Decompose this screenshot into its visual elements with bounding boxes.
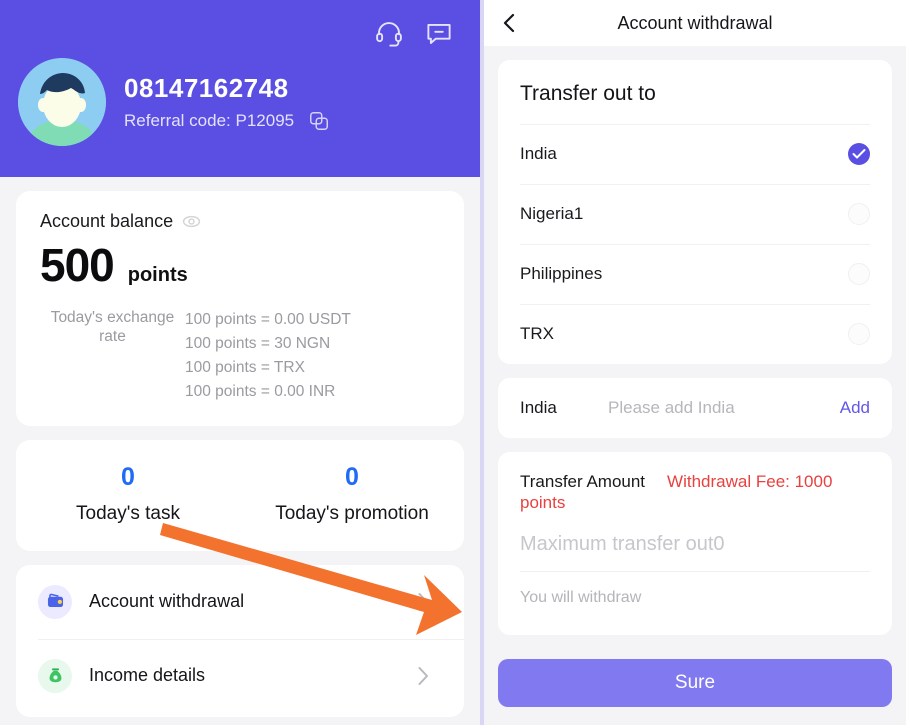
chevron-left-icon[interactable]	[498, 11, 520, 35]
check-circle-icon[interactable]	[848, 143, 870, 165]
transfer-out-title: Transfer out to	[520, 82, 656, 105]
stat-label: Today's promotion	[275, 502, 429, 524]
profile-pane: 08147162748 Referral code: P12095 Accoun…	[0, 0, 480, 725]
country-label: Philippines	[520, 264, 603, 283]
profile-text: 08147162748 Referral code: P12095	[124, 72, 330, 133]
chevron-right-icon	[417, 591, 430, 613]
chevron-right-icon	[417, 665, 430, 687]
country-label: India	[520, 144, 557, 163]
country-option-nigeria1[interactable]: Nigeria1	[498, 184, 892, 244]
transfer-amount-label: Transfer Amount	[520, 472, 646, 491]
header-icon-group	[374, 18, 454, 48]
withdrawal-fee-unit: points	[520, 493, 566, 512]
profile-header: 08147162748 Referral code: P12095	[0, 0, 480, 177]
country-option-philippines[interactable]: Philippines	[498, 244, 892, 304]
avatar[interactable]	[18, 58, 106, 146]
transfer-amount-header: Transfer Amount Withdrawal Fee: 1000 poi…	[520, 472, 870, 513]
stat-value: 0	[345, 463, 359, 492]
menu-item-income-details[interactable]: Income details	[16, 638, 464, 713]
stat-todays-promotion[interactable]: 0 Today's promotion	[240, 464, 464, 525]
phone-number: 08147162748	[124, 72, 289, 103]
exchange-rate-row: Today's exchange rate 100 points = 0.00 …	[40, 308, 440, 404]
country-label: Nigeria1	[520, 204, 584, 223]
menu-item-label: Account withdrawal	[89, 591, 245, 612]
exchange-rate-list: 100 points = 0.00 USDT 100 points = 30 N…	[185, 308, 351, 404]
referral-row: Referral code: P12095	[124, 110, 330, 132]
exchange-rate-item: 100 points = TRX	[185, 359, 305, 377]
add-button[interactable]: Add	[840, 398, 870, 418]
daily-stats-card: 0 Today's task 0 Today's promotion	[16, 440, 464, 551]
add-account-country: India	[520, 398, 557, 417]
transfer-out-card: Transfer out to India Nigeria1 Philippin…	[498, 60, 892, 364]
copy-icon[interactable]	[308, 110, 330, 132]
app-screen: 08147162748 Referral code: P12095 Accoun…	[0, 0, 906, 725]
transfer-amount-input[interactable]	[520, 513, 870, 572]
headset-icon[interactable]	[374, 18, 404, 48]
withdrawal-pane: Account withdrawal Transfer out to India…	[480, 0, 906, 725]
menu-item-label: Income details	[89, 665, 206, 686]
wallet-icon	[38, 584, 72, 619]
exchange-rate-item: 100 points = 0.00 INR	[185, 383, 336, 401]
withdrawal-topbar: Account withdrawal	[484, 0, 906, 46]
menu-item-account-withdrawal[interactable]: Account withdrawal	[16, 565, 464, 639]
you-will-withdraw-note: You will withdraw	[520, 589, 642, 606]
stat-label: Today's task	[76, 502, 180, 524]
add-account-input[interactable]	[608, 398, 840, 418]
balance-amount-row: 500 points	[40, 242, 440, 288]
stat-todays-task[interactable]: 0 Today's task	[16, 464, 240, 525]
money-bag-icon	[38, 658, 72, 693]
account-balance-card: Account balance 500 points Today's excha…	[16, 191, 464, 427]
radio-circle-icon[interactable]	[848, 323, 870, 345]
radio-circle-icon[interactable]	[848, 203, 870, 225]
stat-value: 0	[121, 463, 135, 492]
balance-amount: 500	[40, 239, 115, 291]
menu-card: Account withdrawal Income details	[16, 564, 464, 717]
referral-code: Referral code: P12095	[124, 111, 295, 131]
withdrawal-fee-label: Withdrawal Fee: 1000	[667, 472, 833, 491]
balance-unit: points	[127, 264, 188, 286]
exchange-rate-label: Today's exchange rate	[50, 309, 175, 346]
chat-bubble-icon[interactable]	[424, 18, 454, 48]
add-account-card: India Add	[498, 378, 892, 438]
country-label: TRX	[520, 324, 554, 343]
profile-row: 08147162748 Referral code: P12095	[18, 58, 330, 146]
balance-title: Account balance	[40, 211, 174, 231]
radio-circle-icon[interactable]	[848, 263, 870, 285]
page-title: Account withdrawal	[617, 12, 773, 33]
exchange-rate-item: 100 points = 0.00 USDT	[185, 311, 351, 328]
exchange-rate-item: 100 points = 30 NGN	[185, 335, 331, 353]
eye-icon[interactable]	[182, 212, 201, 231]
balance-title-row: Account balance	[40, 211, 440, 232]
country-option-trx[interactable]: TRX	[498, 304, 892, 364]
sure-button[interactable]: Sure	[498, 659, 892, 707]
transfer-amount-card: Transfer Amount Withdrawal Fee: 1000 poi…	[498, 452, 892, 635]
country-option-india[interactable]: India	[498, 124, 892, 184]
